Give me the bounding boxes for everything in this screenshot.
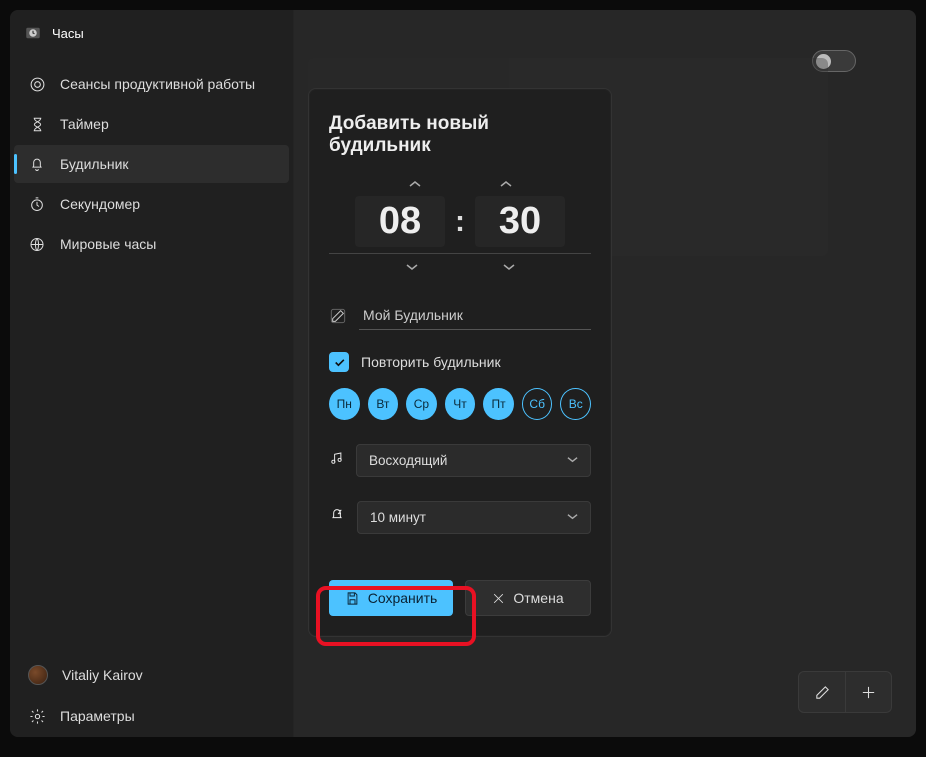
sidebar-item-alarm[interactable]: Будильник	[14, 145, 289, 183]
main-area: 7:00 через 15 ч. 50 мин. Доброе утро Пн …	[294, 10, 916, 737]
settings-label: Параметры	[60, 708, 135, 724]
sidebar-item-timer[interactable]: Таймер	[14, 105, 289, 143]
sidebar-user[interactable]: Vitaliy Kairov	[14, 655, 289, 695]
snooze-row: 10 минут	[329, 501, 591, 534]
music-note-icon	[329, 450, 344, 471]
sidebar-item-worldclock[interactable]: Мировые часы	[14, 225, 289, 263]
add-alarm-button[interactable]	[845, 672, 891, 712]
dialog-title: Добавить новый будильник	[329, 113, 591, 157]
bell-icon	[28, 156, 46, 173]
app-window: Часы Сеансы продуктивной работы Таймер Б…	[10, 10, 916, 737]
day-btn-sat[interactable]: Сб	[522, 388, 553, 420]
titlebar-left: Часы	[24, 24, 84, 42]
save-label: Сохранить	[368, 590, 438, 606]
sidebar-item-label: Секундомер	[60, 196, 140, 212]
dialog-buttons: Сохранить Отмена	[329, 580, 591, 616]
cancel-button[interactable]: Отмена	[465, 580, 591, 616]
day-btn-tue[interactable]: Вт	[368, 388, 399, 420]
repeat-row: Повторить будильник	[329, 352, 591, 372]
minute-up[interactable]	[496, 175, 516, 196]
time-row: 08 : 30	[335, 196, 585, 247]
close-icon	[492, 592, 505, 605]
sidebar-item-label: Сеансы продуктивной работы	[60, 76, 255, 92]
day-btn-mon[interactable]: Пн	[329, 388, 360, 420]
minute-down[interactable]	[499, 258, 519, 279]
edit-alarms-button[interactable]	[799, 672, 845, 712]
day-btn-thu[interactable]: Чт	[445, 388, 476, 420]
snooze-select[interactable]: 10 минут	[357, 501, 591, 534]
stopwatch-icon	[28, 196, 46, 213]
gear-icon	[28, 708, 46, 725]
edit-icon	[329, 308, 347, 324]
chevron-down-icon	[567, 455, 578, 467]
time-picker: 08 : 30	[329, 175, 591, 254]
sound-row: Восходящий	[329, 444, 591, 477]
sidebar-item-label: Будильник	[60, 156, 129, 172]
focus-icon	[28, 76, 46, 93]
minute-value[interactable]: 30	[475, 196, 565, 247]
sidebar: Сеансы продуктивной работы Таймер Будиль…	[10, 10, 294, 737]
repeat-checkbox[interactable]	[329, 352, 349, 372]
hour-value[interactable]: 08	[355, 196, 445, 247]
sidebar-settings[interactable]: Параметры	[14, 696, 289, 736]
snooze-value: 10 минут	[370, 510, 426, 525]
cancel-label: Отмена	[513, 590, 563, 606]
save-icon	[345, 591, 360, 606]
day-btn-fri[interactable]: Пт	[483, 388, 514, 420]
user-name: Vitaliy Kairov	[62, 667, 143, 683]
app-icon	[24, 24, 42, 42]
repeat-label: Повторить будильник	[361, 354, 501, 370]
sound-select[interactable]: Восходящий	[356, 444, 591, 477]
hour-up[interactable]	[405, 175, 425, 196]
sidebar-item-focus[interactable]: Сеансы продуктивной работы	[14, 65, 289, 103]
sidebar-item-label: Мировые часы	[60, 236, 156, 252]
avatar	[28, 665, 48, 685]
sidebar-bottom: Vitaliy Kairov Параметры	[10, 654, 293, 737]
day-btn-sun[interactable]: Вс	[560, 388, 591, 420]
name-row	[329, 301, 591, 330]
globe-icon	[28, 236, 46, 253]
snooze-icon	[329, 507, 345, 528]
fab-group	[798, 671, 892, 713]
day-btn-wed[interactable]: Ср	[406, 388, 437, 420]
chev-up-row	[335, 175, 585, 196]
chevron-down-icon	[567, 512, 578, 524]
add-alarm-dialog: Добавить новый будильник 08 : 30	[308, 88, 612, 637]
sound-value: Восходящий	[369, 453, 447, 468]
chev-down-row	[329, 258, 591, 279]
hourglass-icon	[28, 116, 46, 133]
sidebar-item-stopwatch[interactable]: Секундомер	[14, 185, 289, 223]
app-title: Часы	[52, 26, 84, 41]
alarm-name-input[interactable]	[359, 301, 591, 330]
sidebar-item-label: Таймер	[60, 116, 109, 132]
time-colon: :	[455, 205, 465, 239]
save-button[interactable]: Сохранить	[329, 580, 453, 616]
hour-down[interactable]	[402, 258, 422, 279]
day-row: Пн Вт Ср Чт Пт Сб Вс	[329, 388, 591, 420]
